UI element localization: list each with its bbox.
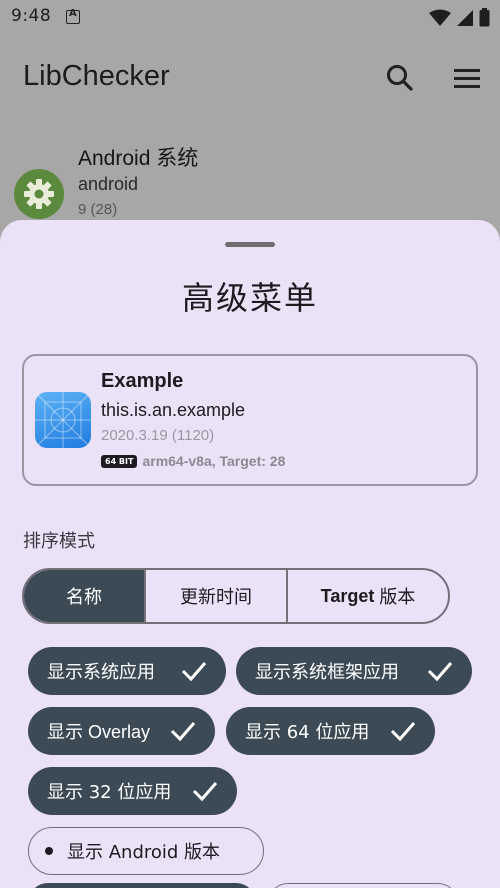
settings-gear-icon bbox=[14, 169, 64, 219]
filter-chip-label: 显示 64 位应用 bbox=[245, 722, 370, 743]
abi-badge: 64 BIT bbox=[101, 454, 138, 468]
check-icon bbox=[192, 782, 218, 802]
filter-chip-partial[interactable] bbox=[268, 883, 458, 888]
hamburger-menu-icon bbox=[454, 69, 480, 88]
sort-by-update-time-button[interactable]: 更新时间 bbox=[146, 570, 288, 622]
drag-handle[interactable] bbox=[225, 242, 275, 247]
check-icon bbox=[427, 662, 453, 682]
abi-row: 64 BIT arm64-v8a, Target: 28 bbox=[101, 453, 285, 469]
check-icon bbox=[170, 722, 196, 742]
app-package: android bbox=[78, 174, 139, 194]
search-icon bbox=[387, 65, 413, 91]
app-name: Android 系统 bbox=[78, 147, 199, 170]
search-button[interactable] bbox=[384, 62, 416, 94]
filter-chip-label: 显示 Overlay bbox=[47, 722, 151, 742]
sort-by-target-version-label-cjk: 版本 bbox=[379, 587, 416, 608]
list-item[interactable]: Android 系统 android 9 (28) bbox=[0, 122, 500, 232]
example-app-name: Example bbox=[101, 370, 184, 392]
example-app-card: Example this.is.an.example 2020.3.19 (11… bbox=[22, 354, 478, 486]
abi-info: arm64-v8a, Target: 28 bbox=[142, 453, 286, 469]
menu-button[interactable] bbox=[450, 62, 484, 94]
status-icons bbox=[429, 8, 490, 27]
check-icon bbox=[181, 662, 207, 682]
sort-mode-label: 排序模式 bbox=[23, 531, 95, 552]
example-app-package: this.is.an.example bbox=[101, 400, 246, 420]
notification-icon bbox=[66, 8, 80, 24]
sheet-title: 高级菜单 bbox=[181, 279, 318, 317]
filter-chip-system-framework-apps[interactable]: 显示系统框架应用 bbox=[236, 647, 472, 695]
advanced-menu-sheet: 高级菜单 Example this.is.an.example 2020.3.1… bbox=[0, 220, 500, 888]
filter-chip-label: 显示系统应用 bbox=[47, 662, 155, 683]
filter-chip-partial[interactable] bbox=[28, 883, 256, 888]
sort-by-target-version-label-latin: Target bbox=[320, 585, 375, 606]
signal-icon bbox=[457, 9, 473, 26]
status-time: 9:48 bbox=[11, 6, 52, 26]
sort-by-update-time-label: 更新时间 bbox=[180, 587, 252, 608]
sort-mode-toggle-group: 名称 更新时间 Target 版本 bbox=[22, 568, 450, 624]
battery-icon bbox=[479, 8, 490, 27]
filter-chip-64bit-apps[interactable]: 显示 64 位应用 bbox=[226, 707, 435, 755]
filter-chip-android-version[interactable]: 显示 Android 版本 bbox=[28, 827, 264, 875]
example-app-icon bbox=[35, 392, 91, 448]
status-bar: 9:48 bbox=[0, 0, 500, 36]
filter-chip-32bit-apps[interactable]: 显示 32 位应用 bbox=[28, 767, 237, 815]
sort-by-name-label: 名称 bbox=[66, 587, 102, 608]
app-title: LibChecker bbox=[23, 60, 170, 92]
wifi-icon bbox=[429, 9, 451, 26]
filter-chip-system-apps[interactable]: 显示系统应用 bbox=[28, 647, 226, 695]
filter-chip-label: 显示 Android 版本 bbox=[67, 842, 221, 863]
sort-by-name-button[interactable]: 名称 bbox=[24, 570, 146, 622]
filter-chip-label: 显示 32 位应用 bbox=[47, 782, 172, 803]
app-bar: LibChecker bbox=[0, 36, 500, 122]
check-icon bbox=[390, 722, 416, 742]
example-app-version: 2020.3.19 (1120) bbox=[101, 427, 215, 444]
filter-chip-overlay[interactable]: 显示 Overlay bbox=[28, 707, 215, 755]
app-version: 9 (28) bbox=[78, 201, 118, 218]
bullet-dot-icon bbox=[45, 847, 53, 855]
filter-chip-label: 显示系统框架应用 bbox=[255, 662, 399, 683]
sort-by-target-version-button[interactable]: Target 版本 bbox=[288, 570, 448, 622]
